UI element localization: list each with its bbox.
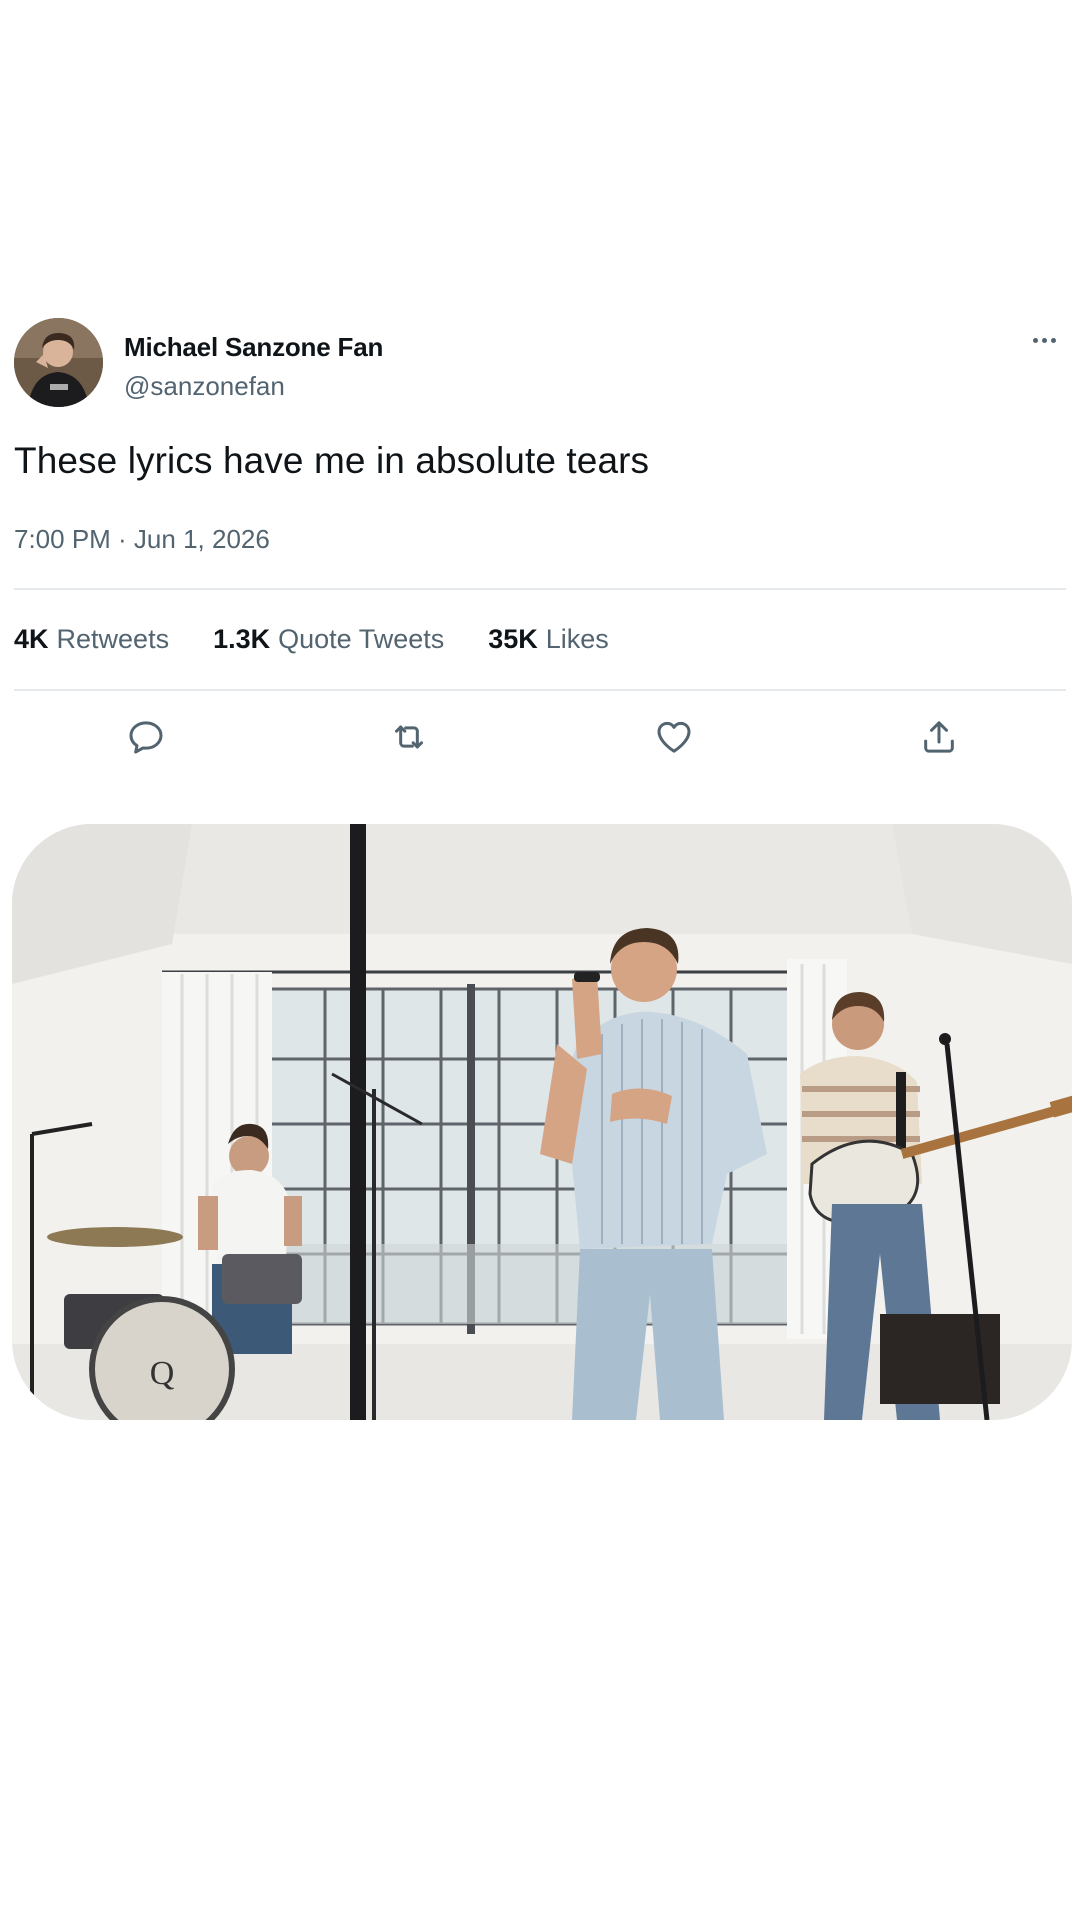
retweet-icon <box>395 725 423 749</box>
band-performance-photo: Q <box>12 824 1072 1420</box>
quote-tweets-count: 1.3K <box>213 624 271 654</box>
tweet-text: These lyrics have me in absolute tears <box>14 440 650 481</box>
share-button[interactable] <box>916 714 962 760</box>
divider <box>14 689 1066 691</box>
dot <box>1050 337 1056 343</box>
tweet-screen: Michael Sanzone Fan @sanzonefan These ly… <box>0 0 1080 1920</box>
display-name[interactable]: Michael Sanzone Fan <box>124 332 383 363</box>
svg-text:Q: Q <box>150 1355 175 1392</box>
retweet-button[interactable] <box>386 714 432 760</box>
tweet-header: Michael Sanzone Fan @sanzonefan <box>14 318 1066 410</box>
tweet-timestamp[interactable]: 7:00 PM · Jun 1, 2026 <box>14 524 270 555</box>
tweet-stats: 4K Retweets 1.3K Quote Tweets 35K Likes <box>14 624 609 655</box>
quote-tweets-stat[interactable]: 1.3K Quote Tweets <box>213 624 444 655</box>
retweets-label: Retweets <box>56 624 170 654</box>
dot <box>1041 337 1047 343</box>
divider <box>14 588 1066 590</box>
likes-stat[interactable]: 35K Likes <box>488 624 609 655</box>
like-button[interactable] <box>651 714 697 760</box>
tweet-media-image[interactable]: Q <box>12 824 1072 1420</box>
share-icon <box>924 721 954 753</box>
more-options-icon[interactable] <box>1022 320 1066 360</box>
reply-button[interactable] <box>123 714 169 760</box>
avatar[interactable] <box>14 318 103 407</box>
retweets-count: 4K <box>14 624 49 654</box>
reply-icon <box>129 721 163 754</box>
likes-count: 35K <box>488 624 538 654</box>
quote-tweets-label: Quote Tweets <box>278 624 445 654</box>
likes-label: Likes <box>545 624 609 654</box>
retweets-stat[interactable]: 4K Retweets <box>14 624 169 655</box>
dot <box>1032 337 1038 343</box>
user-handle[interactable]: @sanzonefan <box>124 371 285 402</box>
heart-icon <box>657 721 691 753</box>
